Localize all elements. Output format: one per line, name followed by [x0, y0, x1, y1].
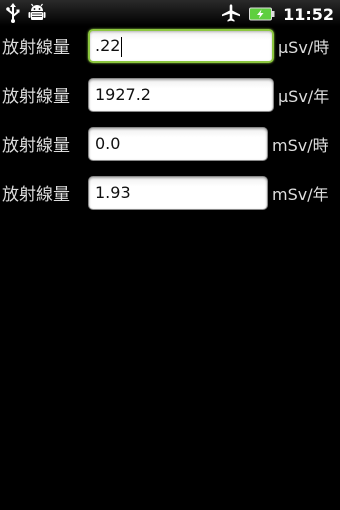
- dose-input-msv-per-hour[interactable]: 0.0: [88, 127, 268, 161]
- status-bar: 11:52: [0, 0, 340, 26]
- unit-label-msv-per-year: mSv/年: [272, 185, 329, 204]
- dose-label: 放射線量: [2, 38, 70, 58]
- dose-input-usv-per-year[interactable]: 1927.2: [88, 78, 274, 112]
- unit-label-usv-per-year: μSv/年: [278, 87, 330, 106]
- usb-icon: [6, 3, 20, 27]
- dose-input-value: 0.0: [95, 134, 121, 153]
- airplane-mode-icon: [221, 3, 241, 27]
- status-bar-notifications: [6, 3, 54, 27]
- status-bar-clock: 11:52: [283, 5, 334, 24]
- dose-label: 放射線量: [2, 136, 70, 156]
- dose-row-msv-per-year: 放射線量 1.93 mSv/年: [0, 175, 340, 215]
- battery-charging-icon: [249, 6, 275, 25]
- dose-input-msv-per-year[interactable]: 1.93: [88, 176, 268, 210]
- status-bar-system: 11:52: [221, 3, 334, 27]
- unit-label-msv-per-hour: mSv/時: [272, 136, 329, 155]
- dose-input-value: 1927.2: [95, 85, 151, 104]
- dose-row-msv-per-hour: 放射線量 0.0 mSv/時: [0, 126, 340, 166]
- text-cursor: [121, 36, 123, 57]
- dose-row-usv-per-hour: 放射線量 .22 μSv/時: [0, 28, 340, 68]
- dose-input-value: .22: [95, 36, 121, 55]
- android-debug-icon: [28, 3, 46, 27]
- dose-label: 放射線量: [2, 185, 70, 205]
- dose-input-value: 1.93: [95, 183, 131, 202]
- dose-row-usv-per-year: 放射線量 1927.2 μSv/年: [0, 77, 340, 117]
- dose-input-usv-per-hour[interactable]: .22: [88, 29, 274, 63]
- unit-label-usv-per-hour: μSv/時: [278, 38, 330, 57]
- dose-label: 放射線量: [2, 87, 70, 107]
